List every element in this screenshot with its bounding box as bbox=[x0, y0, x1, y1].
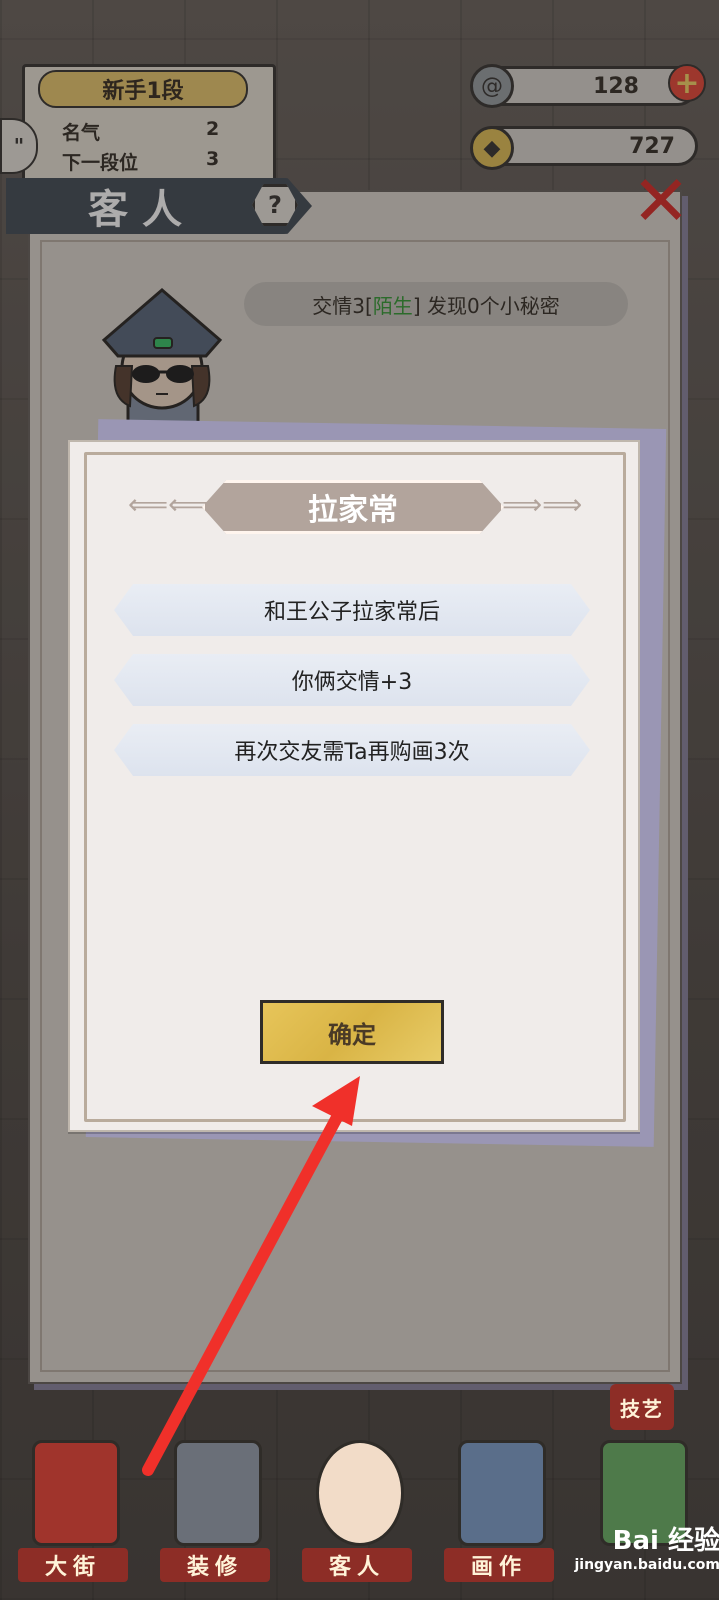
result-line: 再次交友需Ta再购画3次 bbox=[114, 724, 590, 776]
confirm-button[interactable]: 确定 bbox=[260, 1000, 444, 1064]
nav-street-label: 大街 bbox=[18, 1548, 128, 1582]
painting-scroll-icon bbox=[458, 1440, 546, 1546]
nav-decorate[interactable]: 装修 bbox=[150, 1420, 280, 1590]
nav-paintings-label: 画作 bbox=[444, 1548, 554, 1582]
result-line: 和王公子拉家常后 bbox=[114, 584, 590, 636]
guest-face-icon bbox=[316, 1440, 404, 1546]
baidu-watermark: Bai 经验 jingyan.baidu.com bbox=[540, 1520, 719, 1580]
street-gate-icon bbox=[32, 1440, 120, 1546]
nav-guests[interactable]: 客人 bbox=[292, 1420, 422, 1590]
decorate-scroll-icon bbox=[174, 1440, 262, 1546]
result-line: 你俩交情+3 bbox=[114, 654, 590, 706]
modal-title: 拉家常 bbox=[308, 493, 398, 528]
watermark-brand: Bai 经验 bbox=[612, 1526, 719, 1556]
right-ornament-icon: ⟹⟹ bbox=[502, 488, 583, 521]
nav-street[interactable]: 大街 bbox=[8, 1420, 138, 1590]
watermark-url: jingyan.baidu.com bbox=[574, 1557, 719, 1573]
nav-decorate-label: 装修 bbox=[160, 1548, 270, 1582]
nav-guests-label: 客人 bbox=[302, 1548, 412, 1582]
left-ornament-icon: ⟸⟸ bbox=[128, 488, 209, 521]
